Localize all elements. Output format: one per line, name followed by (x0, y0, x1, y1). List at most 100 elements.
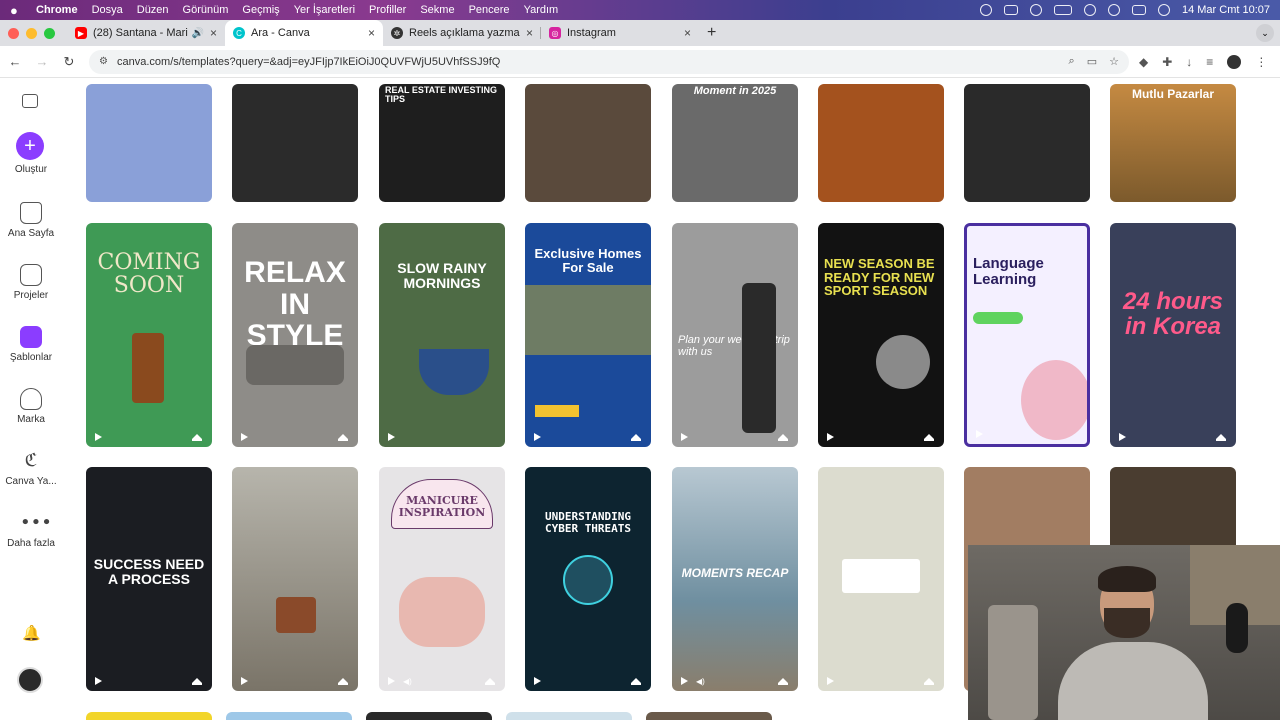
site-info-icon[interactable]: ⚙ (99, 56, 111, 67)
forward-icon[interactable]: → (30, 54, 54, 69)
profile-avatar-icon[interactable] (1227, 54, 1242, 69)
template-card[interactable] (366, 712, 492, 720)
minimize-window-icon[interactable] (26, 27, 37, 39)
template-card[interactable]: SUCCESS NEED A PROCESS (86, 467, 212, 691)
play-icon[interactable] (241, 677, 248, 685)
sidebar-item-create-label[interactable]: Oluştur (0, 164, 62, 175)
wifi-icon[interactable] (1083, 4, 1096, 16)
play-icon[interactable] (1119, 433, 1126, 441)
reading-list-icon[interactable]: ≡ (1206, 55, 1213, 69)
template-card[interactable]: Exclusive Homes For Sale (525, 223, 651, 447)
menu-item-bookmarks[interactable]: Yer İşaretleri (294, 4, 355, 16)
template-card[interactable] (86, 84, 212, 202)
tab-search-icon[interactable]: ⌄ (1256, 24, 1274, 42)
menu-item-profiles[interactable]: Profiller (369, 4, 406, 16)
play-icon[interactable] (827, 433, 834, 441)
tab-youtube[interactable]: ▶ (28) Santana - Maria Mari 🔊 × (67, 20, 225, 46)
template-card[interactable]: MANICURE INSPIRATION ◀) (379, 467, 505, 691)
notifications-bell-icon[interactable]: 🔔 (22, 624, 41, 642)
tab-canva[interactable]: C Ara - Canva × (225, 20, 383, 46)
template-card[interactable]: Moment in 2025 (672, 84, 798, 202)
sidebar-item-brand[interactable]: Marka (0, 388, 62, 425)
create-button[interactable]: + (16, 132, 44, 160)
menu-item-edit[interactable]: Düzen (137, 4, 169, 16)
status-icon-1[interactable] (979, 4, 992, 16)
tab-instagram[interactable]: ◎ Instagram × (541, 20, 699, 46)
close-window-icon[interactable] (8, 27, 19, 39)
template-card[interactable]: COMING SOON (86, 223, 212, 447)
cast-icon[interactable]: ▭ (1087, 55, 1097, 68)
template-card[interactable] (646, 712, 772, 720)
sidebar-item-more[interactable]: ••• Daha fazla (0, 512, 62, 549)
sidebar-item-templates[interactable]: Şablonlar (0, 326, 62, 363)
template-card[interactable]: Mutlu Pazarlar (1110, 84, 1236, 202)
template-card[interactable]: SLOW RAINY MORNINGS (379, 223, 505, 447)
tab-chatgpt[interactable]: ✲ Reels açıklama yazma × (383, 20, 541, 46)
siri-icon[interactable] (1157, 4, 1170, 16)
download-icon[interactable]: ↓ (1186, 55, 1192, 69)
template-card[interactable] (964, 84, 1090, 202)
extensions-icon[interactable]: ✚ (1162, 55, 1172, 69)
close-tab-icon[interactable]: × (368, 26, 375, 40)
template-card[interactable]: Plan your weekend trip with us (672, 223, 798, 447)
template-card[interactable]: MOMENTS RECAP ◀) (672, 467, 798, 691)
template-card[interactable]: Language Learning (964, 223, 1090, 447)
speaker-icon[interactable]: 🔊 (192, 28, 204, 39)
spotlight-icon[interactable] (1107, 4, 1120, 16)
play-icon[interactable] (534, 677, 541, 685)
zoom-icon[interactable]: ⌕ (1069, 55, 1075, 68)
menu-item-history[interactable]: Geçmiş (242, 4, 279, 16)
browser-menu-icon[interactable]: ⋮ (1255, 55, 1267, 69)
menu-app-name[interactable]: Chrome (36, 4, 78, 16)
template-card[interactable]: RELAX IN STYLE (232, 223, 358, 447)
url-text[interactable]: canva.com/s/templates?query=&adj=eyJFIjp… (117, 56, 1057, 68)
template-card[interactable] (86, 712, 212, 720)
template-card[interactable] (525, 84, 651, 202)
play-icon[interactable] (681, 433, 688, 441)
battery-icon[interactable] (1053, 5, 1072, 15)
reload-icon[interactable]: ↻ (57, 54, 81, 70)
menubar-clock[interactable]: 14 Mar Cmt 10:07 (1182, 4, 1270, 16)
play-icon[interactable] (95, 677, 102, 685)
sidebar-item-home[interactable]: Ana Sayfa (0, 202, 62, 239)
menu-item-view[interactable]: Görünüm (183, 4, 229, 16)
zoom-window-icon[interactable] (44, 27, 55, 39)
play-icon[interactable] (827, 677, 834, 685)
panel-toggle-icon[interactable] (22, 94, 38, 108)
template-card[interactable]: REAL ESTATE INVESTING TIPS (379, 84, 505, 202)
sidebar-item-canva-code[interactable]: ℭ Canva Ya... (0, 450, 62, 487)
play-icon[interactable] (681, 677, 688, 685)
play-icon[interactable] (534, 433, 541, 441)
control-center-icon[interactable] (1131, 5, 1146, 15)
close-tab-icon[interactable]: × (526, 26, 533, 40)
close-tab-icon[interactable]: × (684, 26, 691, 40)
template-card[interactable] (232, 84, 358, 202)
template-card[interactable]: UNDERSTANDING CYBER THREATS (525, 467, 651, 691)
template-card[interactable]: NEW SEASON BE READY FOR NEW SPORT SEASON (818, 223, 944, 447)
sidebar-item-projects[interactable]: Projeler (0, 264, 62, 301)
menu-item-tab[interactable]: Sekme (420, 4, 454, 16)
volume-icon[interactable]: ◀) (696, 677, 705, 686)
menu-item-help[interactable]: Yardım (524, 4, 559, 16)
play-icon[interactable] (976, 430, 983, 438)
apple-icon[interactable]: ● (10, 3, 22, 18)
volume-icon[interactable]: ◀) (403, 677, 412, 686)
template-card[interactable] (226, 712, 352, 720)
menu-item-file[interactable]: Dosya (92, 4, 123, 16)
extension-icon-1[interactable]: ◆ (1139, 55, 1148, 69)
play-icon[interactable] (241, 433, 248, 441)
template-card[interactable] (506, 712, 632, 720)
screen-record-icon[interactable] (1003, 5, 1018, 15)
template-card[interactable] (232, 467, 358, 691)
status-icon-2[interactable] (1029, 4, 1042, 16)
close-tab-icon[interactable]: × (210, 26, 217, 40)
play-icon[interactable] (388, 433, 395, 441)
bookmark-star-icon[interactable]: ☆ (1109, 55, 1119, 68)
template-card[interactable]: 24 hours in Korea (1110, 223, 1236, 447)
address-bar[interactable]: ⚙ canva.com/s/templates?query=&adj=eyJFI… (89, 49, 1129, 74)
new-tab-button[interactable]: + (707, 24, 716, 42)
template-card[interactable] (818, 84, 944, 202)
menu-item-window[interactable]: Pencere (469, 4, 510, 16)
template-card[interactable] (818, 467, 944, 691)
play-icon[interactable] (95, 433, 102, 441)
